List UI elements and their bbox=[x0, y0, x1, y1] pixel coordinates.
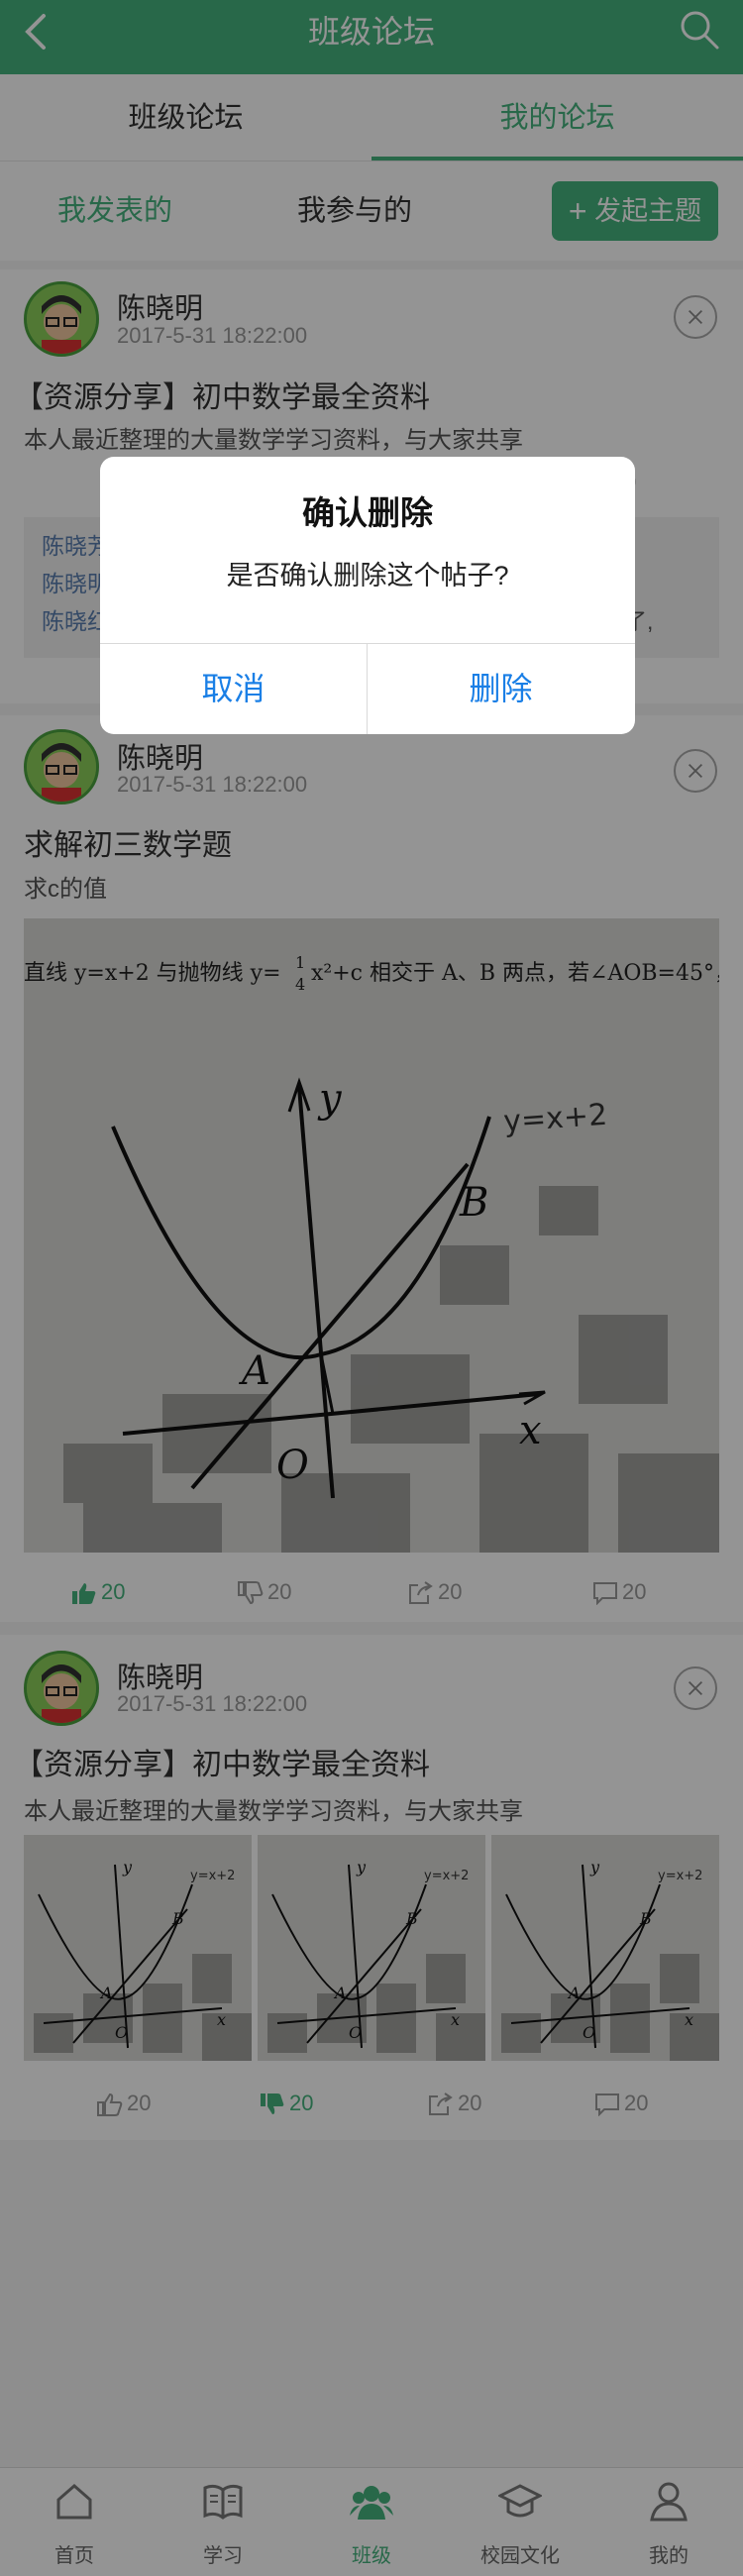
dialog-title: 确认删除 bbox=[302, 494, 433, 531]
cancel-button[interactable]: 取消 bbox=[100, 644, 367, 734]
dialog-message: 是否确认删除这个帖子? bbox=[226, 561, 509, 590]
confirm-delete-dialog: 确认删除 是否确认删除这个帖子? 取消 删除 bbox=[100, 457, 635, 734]
modal-overlay[interactable] bbox=[0, 0, 743, 2576]
delete-button[interactable]: 删除 bbox=[368, 644, 634, 734]
